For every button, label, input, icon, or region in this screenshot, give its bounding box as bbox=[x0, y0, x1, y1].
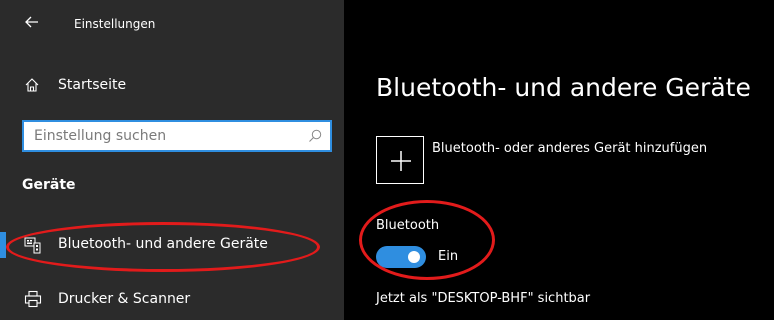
bluetooth-label: Bluetooth bbox=[376, 218, 440, 233]
sidebar: Einstellungen Startseite Geräte Bluetoot… bbox=[0, 0, 344, 320]
page-title: Bluetooth- und andere Geräte bbox=[376, 73, 751, 102]
sidebar-item-home[interactable]: Startseite bbox=[0, 68, 344, 102]
sidebar-item-bluetooth[interactable]: Bluetooth- und andere Geräte bbox=[0, 228, 344, 262]
sidebar-item-printers[interactable]: Drucker & Scanner bbox=[0, 282, 344, 316]
sidebar-item-label: Drucker & Scanner bbox=[58, 291, 191, 307]
toggle-knob bbox=[408, 251, 420, 263]
bluetooth-toggle[interactable] bbox=[376, 246, 426, 268]
app-title: Einstellungen bbox=[74, 17, 156, 31]
search-box[interactable] bbox=[22, 120, 332, 152]
printer-icon bbox=[24, 290, 42, 308]
search-input[interactable] bbox=[34, 127, 294, 145]
toggle-state-label: Ein bbox=[438, 249, 459, 264]
section-title: Geräte bbox=[22, 177, 76, 193]
add-device-button[interactable] bbox=[376, 136, 424, 184]
discoverable-status: Jetzt als "DESKTOP-BHF" sichtbar bbox=[376, 291, 591, 306]
plus-icon bbox=[391, 151, 411, 171]
selection-indicator bbox=[0, 232, 6, 258]
main-content: Bluetooth- und andere Geräte Bluetooth- … bbox=[344, 0, 774, 320]
search-icon[interactable] bbox=[308, 129, 322, 143]
sidebar-item-label: Startseite bbox=[58, 77, 127, 93]
keyboard-device-icon bbox=[24, 237, 41, 254]
back-arrow-icon[interactable] bbox=[24, 14, 40, 30]
add-device-label[interactable]: Bluetooth- oder anderes Gerät hinzufügen bbox=[432, 141, 707, 156]
title-bar: Einstellungen bbox=[0, 0, 344, 46]
home-icon bbox=[25, 78, 39, 92]
sidebar-item-label: Bluetooth- und andere Geräte bbox=[58, 236, 268, 252]
